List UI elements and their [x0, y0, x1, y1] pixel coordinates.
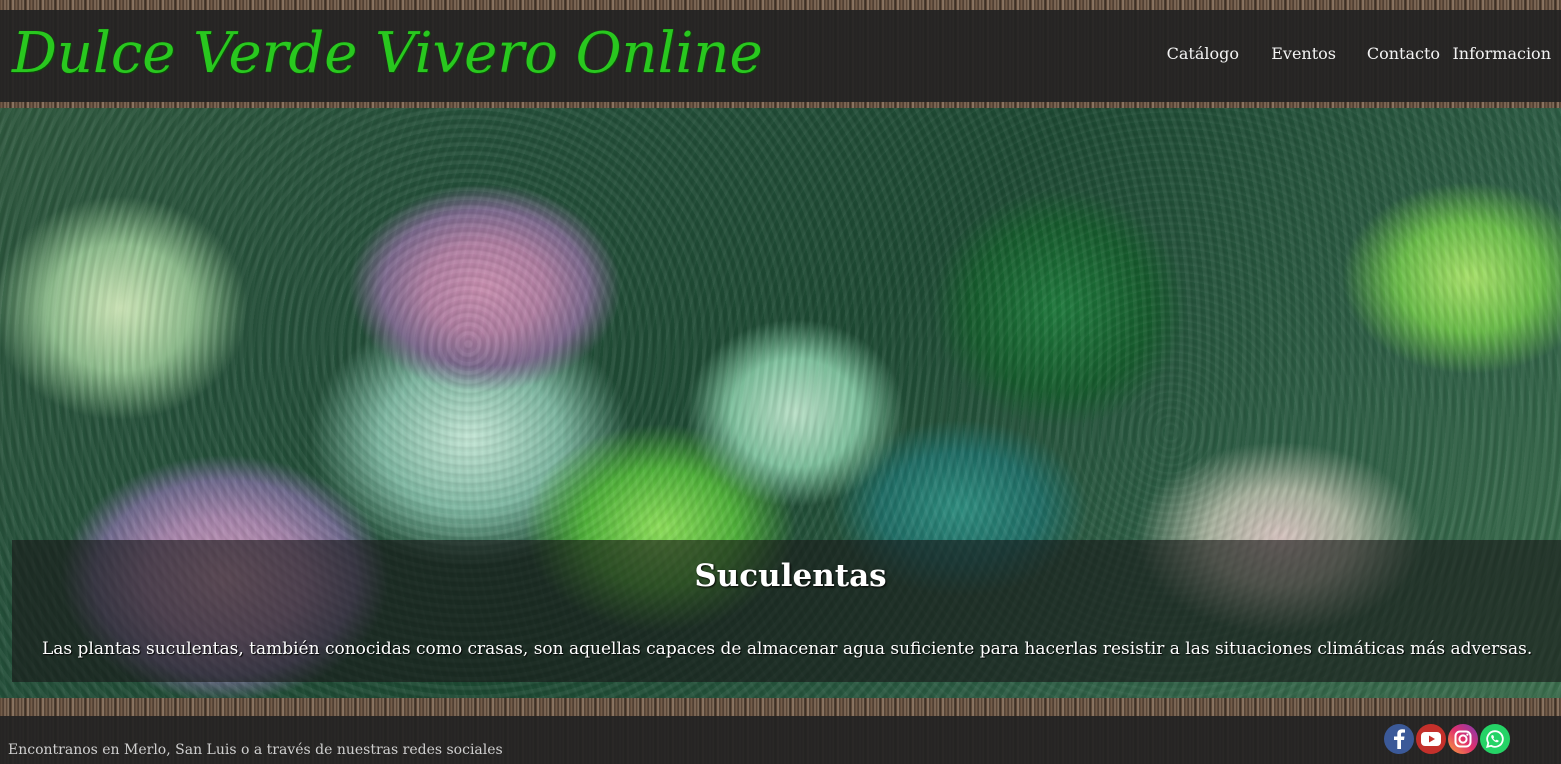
hero-description: Las plantas suculentas, también conocida…: [42, 639, 1533, 659]
footer-text: Encontranos en Merlo, San Luis o a travé…: [8, 742, 503, 758]
nav-link-catalogo[interactable]: Catálogo: [1167, 44, 1239, 63]
nav-link-contacto[interactable]: Contacto: [1367, 44, 1440, 63]
site-logo[interactable]: Dulce Verde Vivero Online: [12, 18, 763, 90]
footer-bar: Encontranos en Merlo, San Luis o a travé…: [0, 716, 1561, 764]
hero-caption: Suculentas Las plantas suculentas, tambi…: [12, 540, 1561, 682]
facebook-icon[interactable]: [1384, 724, 1414, 754]
hero-banner: Suculentas Las plantas suculentas, tambi…: [0, 108, 1561, 698]
nav-link-informacion[interactable]: Informacion: [1452, 44, 1551, 63]
nav-link-eventos[interactable]: Eventos: [1271, 44, 1336, 63]
hero-title: Suculentas: [694, 558, 887, 594]
whatsapp-icon[interactable]: [1480, 724, 1510, 754]
instagram-icon[interactable]: [1448, 724, 1478, 754]
youtube-icon[interactable]: [1416, 724, 1446, 754]
header-bar: Dulce Verde Vivero Online Catálogo Event…: [0, 10, 1561, 102]
